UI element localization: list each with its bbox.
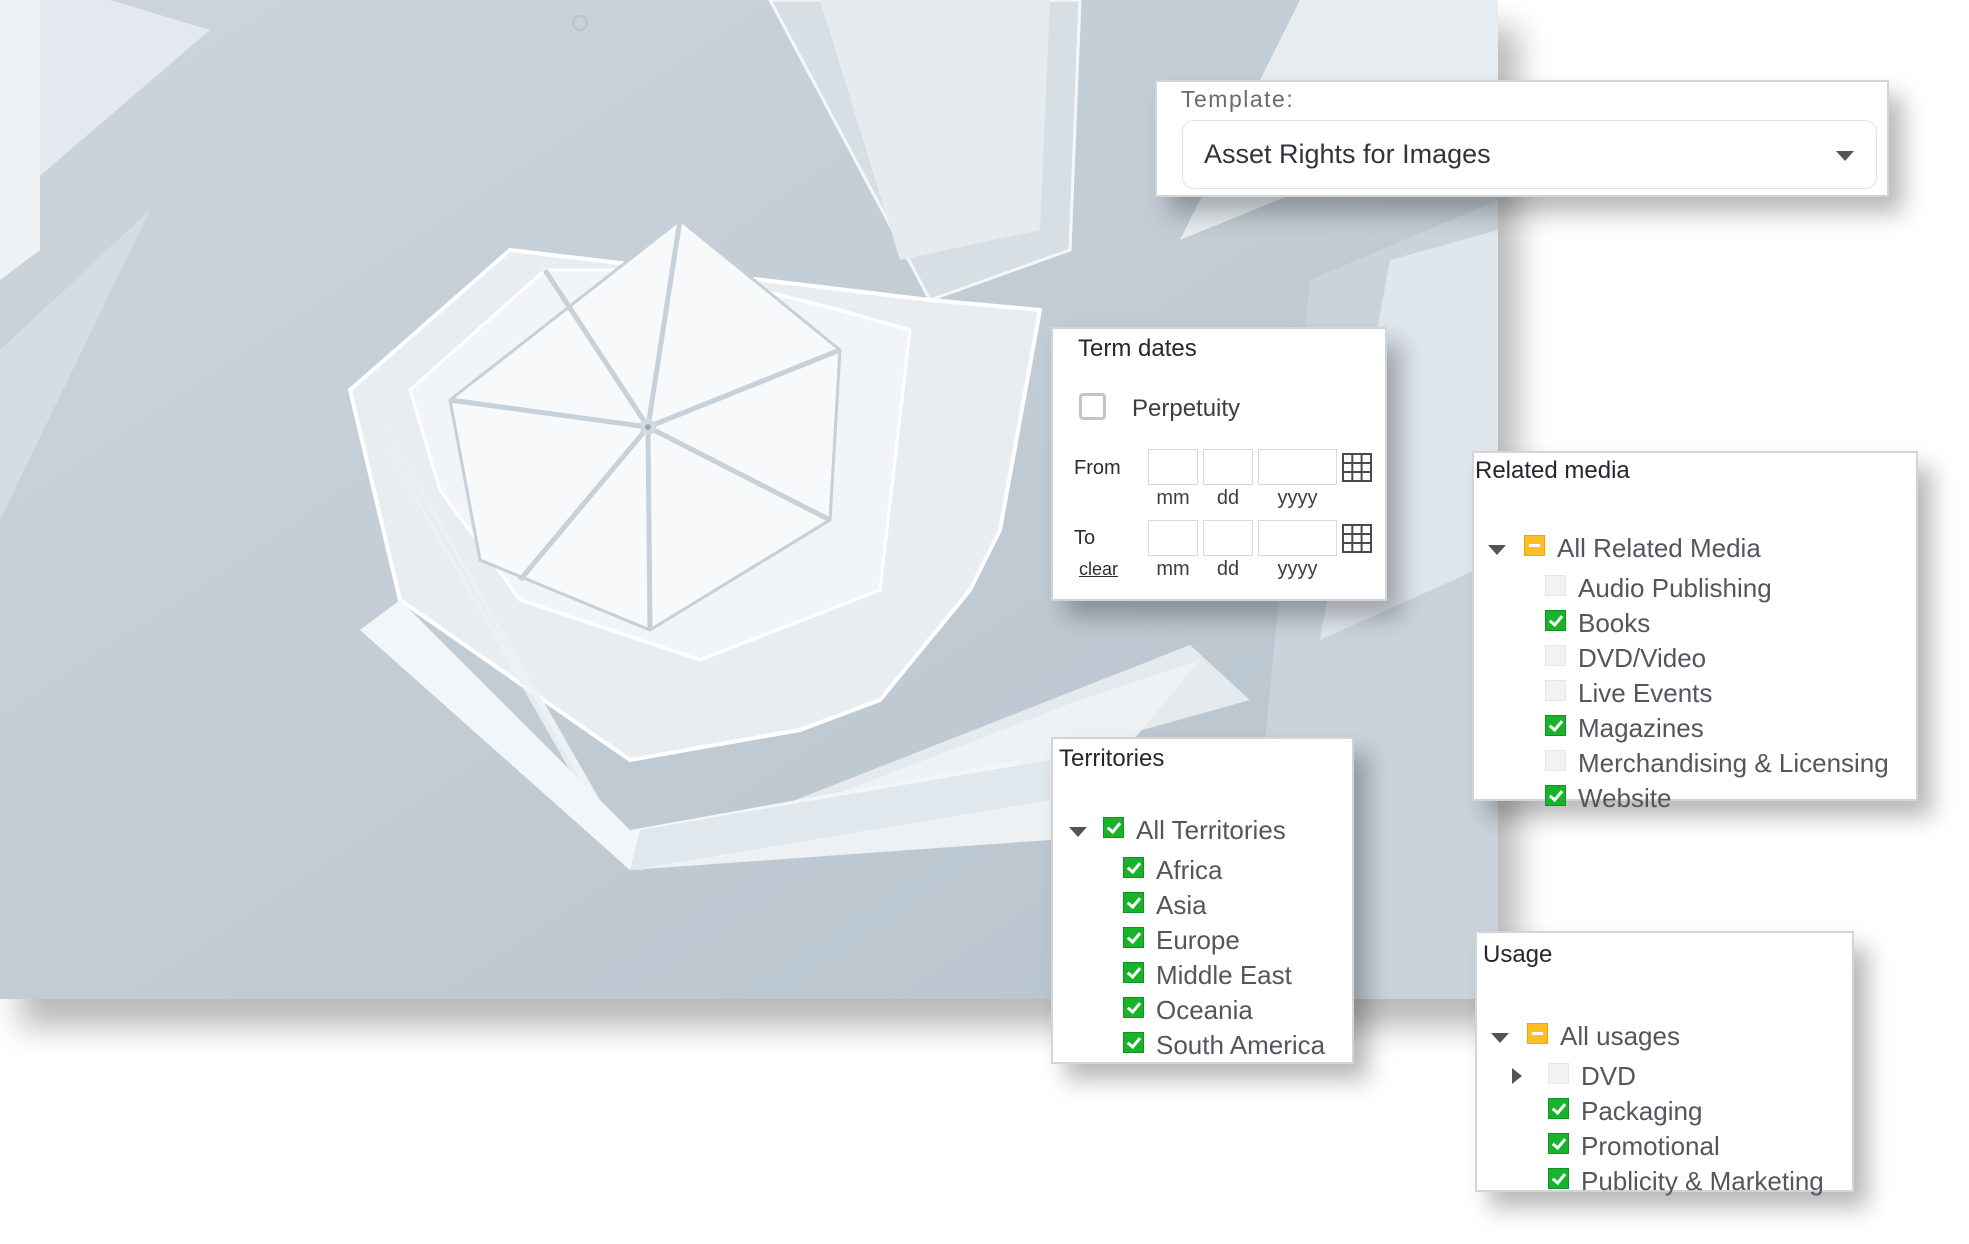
tree-item-label: Packaging xyxy=(1581,1096,1703,1126)
checkbox-checked-icon[interactable] xyxy=(1548,1098,1569,1119)
checkbox-checked-icon[interactable] xyxy=(1123,892,1144,913)
checkbox-checked-icon[interactable] xyxy=(1548,1133,1569,1154)
from-month-hint: mm xyxy=(1156,487,1190,509)
from-day-input[interactable] xyxy=(1203,449,1253,485)
calendar-grid-icon[interactable] xyxy=(1342,453,1372,482)
territories-root-item[interactable]: All Territories xyxy=(1053,815,1352,849)
from-year-hint: yyyy xyxy=(1277,487,1318,509)
usage-root-item[interactable]: All usages xyxy=(1477,1021,1852,1055)
checkbox-empty-icon[interactable] xyxy=(1548,1063,1569,1084)
perpetuity-checkbox[interactable] xyxy=(1079,393,1106,420)
checkbox-checked-icon[interactable] xyxy=(1545,715,1566,736)
checkbox-partial-icon[interactable] xyxy=(1524,535,1545,556)
territories-panel: Territories All Territories Africa Asia Eur… xyxy=(1051,737,1354,1064)
checkbox-empty-icon[interactable] xyxy=(1545,750,1566,771)
tree-item-label: All usages xyxy=(1560,1021,1680,1051)
checkbox-checked-icon[interactable] xyxy=(1123,962,1144,983)
tree-item[interactable]: Live Events xyxy=(1474,678,1916,712)
template-selected-value: Asset Rights for Images xyxy=(1204,139,1491,169)
tree-item-label: Merchandising & Licensing xyxy=(1578,748,1889,778)
tree-item-label: Middle East xyxy=(1156,960,1292,990)
checkbox-checked-icon[interactable] xyxy=(1123,857,1144,878)
tree-item-label: Africa xyxy=(1156,855,1223,885)
tree-item-label: Magazines xyxy=(1578,713,1704,743)
tree-item-label: Website xyxy=(1578,783,1672,813)
checkbox-checked-icon[interactable] xyxy=(1123,927,1144,948)
tree-item[interactable]: Audio Publishing xyxy=(1474,573,1916,607)
related-media-root-item[interactable]: All Related Media xyxy=(1474,533,1916,567)
tree-item-label: All Territories xyxy=(1136,815,1286,845)
term-dates-panel: Term dates Perpetuity From mm dd yyyy To… xyxy=(1051,327,1387,601)
checkbox-partial-icon[interactable] xyxy=(1527,1023,1548,1044)
caret-down-icon[interactable] xyxy=(1491,1033,1509,1043)
checkbox-checked-icon[interactable] xyxy=(1123,1032,1144,1053)
caret-down-icon[interactable] xyxy=(1488,545,1506,555)
tree-item-label: Europe xyxy=(1156,925,1240,955)
term-dates-title: Term dates xyxy=(1078,335,1197,362)
tree-item-label: DVD xyxy=(1581,1061,1636,1091)
template-select[interactable]: Asset Rights for Images xyxy=(1182,120,1877,189)
to-year-input[interactable] xyxy=(1258,520,1337,556)
tree-item-label: Publicity & Marketing xyxy=(1581,1166,1824,1196)
checkbox-checked-icon[interactable] xyxy=(1103,817,1124,838)
tree-item-label: DVD/Video xyxy=(1578,643,1707,673)
from-day-hint: dd xyxy=(1216,487,1240,509)
tree-item[interactable]: Asia xyxy=(1053,890,1352,924)
tree-item[interactable]: Publicity & Marketing xyxy=(1477,1166,1852,1200)
tree-item[interactable]: Magazines xyxy=(1474,713,1916,747)
tree-item-label: South America xyxy=(1156,1030,1326,1060)
from-month-input[interactable] xyxy=(1148,449,1198,485)
to-day-input[interactable] xyxy=(1203,520,1253,556)
from-year-input[interactable] xyxy=(1258,449,1337,485)
caret-down-icon[interactable] xyxy=(1069,827,1087,837)
tree-item[interactable]: DVD xyxy=(1477,1061,1852,1095)
usage-title: Usage xyxy=(1483,941,1553,968)
tree-item-label: Asia xyxy=(1156,890,1207,920)
checkbox-checked-icon[interactable] xyxy=(1545,785,1566,806)
checkbox-empty-icon[interactable] xyxy=(1545,680,1566,701)
chevron-down-icon[interactable] xyxy=(1836,151,1854,161)
from-label: From xyxy=(1074,457,1121,479)
tree-item[interactable]: Europe xyxy=(1053,925,1352,959)
tree-item[interactable]: DVD/Video xyxy=(1474,643,1916,677)
caret-right-icon[interactable] xyxy=(1512,1068,1522,1084)
tree-item-label: All Related Media xyxy=(1557,533,1761,563)
tree-item[interactable]: Merchandising & Licensing xyxy=(1474,748,1916,782)
to-day-hint: dd xyxy=(1216,558,1240,580)
tree-item[interactable]: Website xyxy=(1474,783,1916,817)
territories-title: Territories xyxy=(1059,745,1165,772)
perpetuity-label: Perpetuity xyxy=(1132,395,1241,422)
to-year-hint: yyyy xyxy=(1277,558,1318,580)
calendar-grid-icon[interactable] xyxy=(1342,524,1372,553)
template-label: Template: xyxy=(1181,86,1295,112)
tree-item[interactable]: Middle East xyxy=(1053,960,1352,994)
to-label: To xyxy=(1074,527,1096,549)
to-month-input[interactable] xyxy=(1148,520,1198,556)
tree-item-label: Books xyxy=(1578,608,1651,638)
tree-item[interactable]: Africa xyxy=(1053,855,1352,889)
checkbox-checked-icon[interactable] xyxy=(1548,1168,1569,1189)
tree-item[interactable]: Books xyxy=(1474,608,1916,642)
related-media-title: Related media xyxy=(1475,457,1630,484)
related-media-panel: Related media All Related Media Audio Pub… xyxy=(1472,451,1918,813)
checkbox-checked-icon[interactable] xyxy=(1545,610,1566,631)
checkbox-empty-icon[interactable] xyxy=(1545,645,1566,666)
to-month-hint: mm xyxy=(1156,558,1190,580)
tree-item-label: Oceania xyxy=(1156,995,1253,1025)
checkbox-empty-icon[interactable] xyxy=(1545,575,1566,596)
usage-panel: Usage All usages DVD Packaging Promotional P… xyxy=(1475,931,1854,1196)
tree-item-label: Live Events xyxy=(1578,678,1713,708)
clear-dates-link[interactable]: clear xyxy=(1079,559,1118,580)
tree-item-label: Promotional xyxy=(1581,1131,1720,1161)
tree-item[interactable]: South America xyxy=(1053,1030,1352,1064)
tree-item[interactable]: Promotional xyxy=(1477,1131,1852,1165)
tree-item[interactable]: Packaging xyxy=(1477,1096,1852,1130)
template-panel: Template: Asset Rights for Images xyxy=(1155,80,1889,197)
checkbox-checked-icon[interactable] xyxy=(1123,997,1144,1018)
tree-item[interactable]: Oceania xyxy=(1053,995,1352,1029)
tree-item-label: Audio Publishing xyxy=(1578,573,1772,603)
